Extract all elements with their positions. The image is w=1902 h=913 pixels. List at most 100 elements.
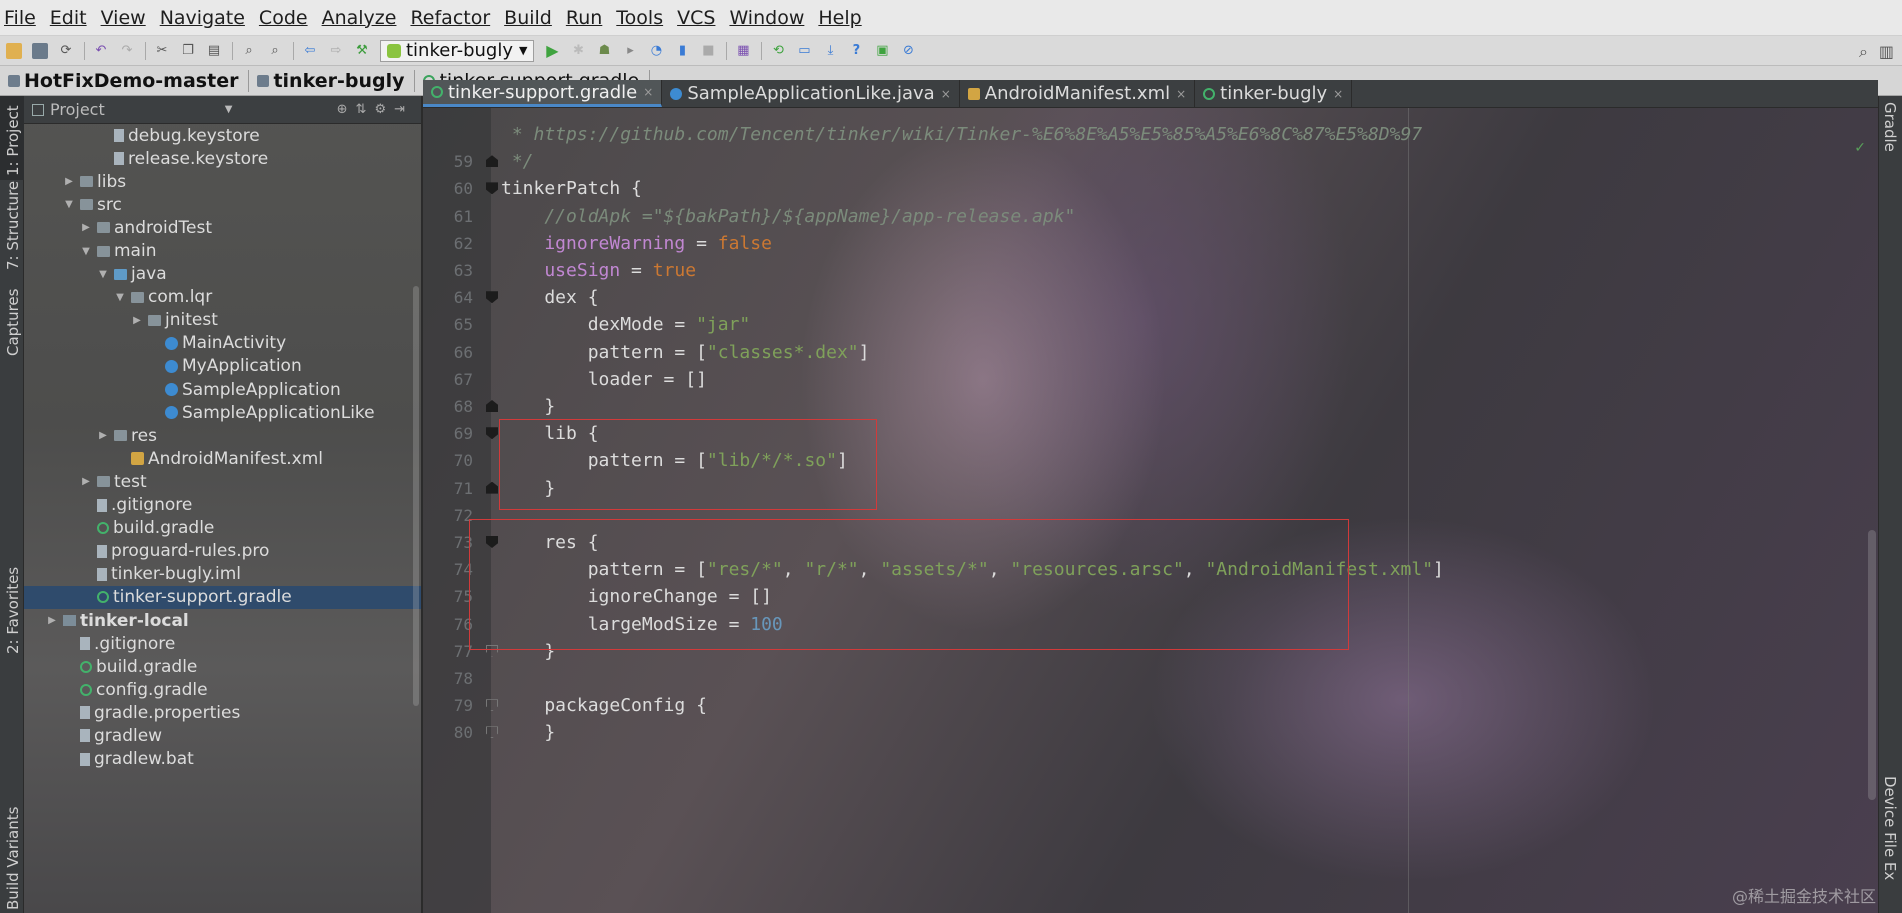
code-line[interactable]: 61 //oldApk ="${bakPath}/${appName}/app-…	[423, 203, 1878, 230]
tree-item[interactable]: MyApplication	[24, 355, 421, 378]
save-icon[interactable]	[32, 42, 48, 59]
collapsed-arrow-icon[interactable]: ▶	[130, 315, 144, 326]
expanded-arrow-icon[interactable]: ▼	[96, 269, 110, 280]
run-configuration-select[interactable]: tinker-bugly ▼	[380, 39, 535, 62]
tree-item[interactable]: gradlew	[24, 724, 421, 747]
collapsed-arrow-icon[interactable]: ▶	[79, 476, 93, 487]
code-line[interactable]: 80 }	[423, 719, 1878, 746]
debug-icon[interactable]: ✱	[570, 43, 586, 59]
menu-window[interactable]: Window	[729, 7, 804, 29]
redo-icon[interactable]: ↷	[119, 43, 135, 59]
expanded-arrow-icon[interactable]: ▼	[79, 246, 93, 257]
tree-item[interactable]: debug.keystore	[24, 124, 421, 147]
tree-item[interactable]: ▼ src	[24, 193, 421, 216]
menu-refactor[interactable]: Refactor	[410, 7, 490, 29]
open-folder-icon[interactable]	[6, 42, 22, 59]
help-icon[interactable]: ?	[848, 43, 864, 59]
tree-item[interactable]: ▼ java	[24, 263, 421, 286]
breadcrumb-item[interactable]: HotFixDemo-master	[8, 69, 250, 92]
menu-analyze[interactable]: Analyze	[322, 7, 397, 29]
expanded-arrow-icon[interactable]: ▼	[113, 292, 127, 303]
avd-manager-icon[interactable]: ▭	[796, 43, 812, 59]
profile-icon[interactable]: ▸	[622, 43, 638, 59]
tree-item[interactable]: gradle.properties	[24, 701, 421, 724]
forward-icon[interactable]: ⇨	[328, 43, 344, 59]
collapsed-arrow-icon[interactable]: ▶	[79, 222, 93, 233]
back-icon[interactable]: ⇦	[302, 43, 318, 59]
tree-item[interactable]: AndroidManifest.xml	[24, 447, 421, 470]
fold-marker-icon[interactable]	[486, 182, 498, 195]
tree-item[interactable]: .gitignore	[24, 632, 421, 655]
fold-marker-icon[interactable]	[486, 481, 498, 494]
code-line[interactable]: 66 pattern = ["classes*.dex"]	[423, 339, 1878, 366]
code-line[interactable]: 64 dex {	[423, 284, 1878, 311]
tree-item[interactable]: gradlew.bat	[24, 748, 421, 771]
tree-item[interactable]: ▶ androidTest	[24, 216, 421, 239]
editor-tab[interactable]: tinker-bugly ×	[1195, 80, 1353, 107]
collapsed-arrow-icon[interactable]: ▶	[45, 615, 59, 626]
fold-marker-icon[interactable]	[486, 155, 498, 168]
paste-icon[interactable]: ▤	[206, 43, 222, 59]
tool-window-tab-captures[interactable]: Captures	[0, 284, 24, 358]
code-line[interactable]: 78	[423, 665, 1878, 692]
find-icon[interactable]: ⌕	[241, 43, 257, 59]
menu-run[interactable]: Run	[566, 7, 602, 29]
code-line[interactable]: * https://github.com/Tencent/tinker/wiki…	[423, 121, 1878, 148]
gear-icon[interactable]: ⚙	[374, 102, 394, 117]
gradle-sync-icon[interactable]: ⟲	[770, 43, 786, 59]
tool-window-tab-favorites[interactable]: 2: Favorites	[0, 566, 24, 656]
collapse-all-icon[interactable]: ⇅	[356, 102, 375, 117]
chevron-down-icon[interactable]: ▼	[225, 104, 233, 115]
tool-window-tab-structure[interactable]: 7: Structure	[0, 181, 24, 270]
sync-icon[interactable]: ⟳	[58, 43, 74, 59]
attach-debugger-icon[interactable]: ◔	[648, 43, 664, 59]
tool-window-icon[interactable]: ▣	[874, 43, 890, 59]
tree-item[interactable]: SampleApplicationLike	[24, 401, 421, 424]
fold-marker-icon[interactable]	[486, 400, 498, 412]
tree-item[interactable]: ▶ tinker-local	[24, 609, 421, 632]
fold-marker-icon[interactable]	[486, 726, 498, 739]
tree-item[interactable]: build.gradle	[24, 655, 421, 678]
close-tab-icon[interactable]: ×	[1176, 87, 1186, 101]
undo-icon[interactable]: ↶	[93, 43, 109, 59]
tool-window-tab-build-variants[interactable]: Build Variants	[0, 776, 24, 910]
tree-item[interactable]: ▼ com.lqr	[24, 286, 421, 309]
tree-item[interactable]: ▶ libs	[24, 170, 421, 193]
coverage-icon[interactable]: ☗	[596, 43, 612, 59]
tree-item[interactable]: ▶ test	[24, 470, 421, 493]
tree-item[interactable]: tinker-bugly.iml	[24, 563, 421, 586]
menu-tools[interactable]: Tools	[616, 7, 663, 29]
tree-item[interactable]: release.keystore	[24, 147, 421, 170]
code-line[interactable]: 65 dexMode = "jar"	[423, 311, 1878, 338]
close-tab-icon[interactable]: ×	[941, 87, 951, 101]
collapsed-arrow-icon[interactable]: ▶	[96, 430, 110, 441]
scroll-from-source-icon[interactable]: ⊕	[337, 102, 356, 117]
code-line[interactable]: 62 ignoreWarning = false	[423, 230, 1878, 257]
tree-item[interactable]: build.gradle	[24, 517, 421, 540]
menu-file[interactable]: File	[4, 7, 36, 29]
menu-vcs[interactable]: VCS	[677, 7, 715, 29]
menu-build[interactable]: Build	[504, 7, 552, 29]
code-line[interactable]: 59 */	[423, 148, 1878, 175]
menu-navigate[interactable]: Navigate	[160, 7, 245, 29]
tree-item[interactable]: proguard-rules.pro	[24, 540, 421, 563]
menu-help[interactable]: Help	[818, 7, 861, 29]
copy-icon[interactable]: ❐	[180, 43, 196, 59]
breadcrumb-item[interactable]: tinker-bugly	[257, 69, 416, 92]
stop-icon[interactable]: ■	[700, 43, 716, 59]
code-line[interactable]: 63 useSign = true	[423, 257, 1878, 284]
expanded-arrow-icon[interactable]: ▼	[62, 199, 76, 210]
close-tab-icon[interactable]: ×	[643, 85, 653, 99]
code-line[interactable]: 67 loader = []	[423, 366, 1878, 393]
code-line[interactable]: 79 packageConfig {	[423, 692, 1878, 719]
make-project-icon[interactable]: ⚒	[354, 43, 370, 59]
apply-changes-icon[interactable]: ▮	[674, 43, 690, 59]
fold-marker-icon[interactable]	[486, 291, 498, 304]
tree-item[interactable]: .gitignore	[24, 494, 421, 517]
code-line[interactable]: 68 }	[423, 393, 1878, 420]
tree-item[interactable]: MainActivity	[24, 332, 421, 355]
tree-item[interactable]: ▶ res	[24, 424, 421, 447]
tree-item[interactable]: ▼ main	[24, 239, 421, 262]
menu-code[interactable]: Code	[259, 7, 308, 29]
code-line[interactable]: 60 tinkerPatch {	[423, 175, 1878, 202]
